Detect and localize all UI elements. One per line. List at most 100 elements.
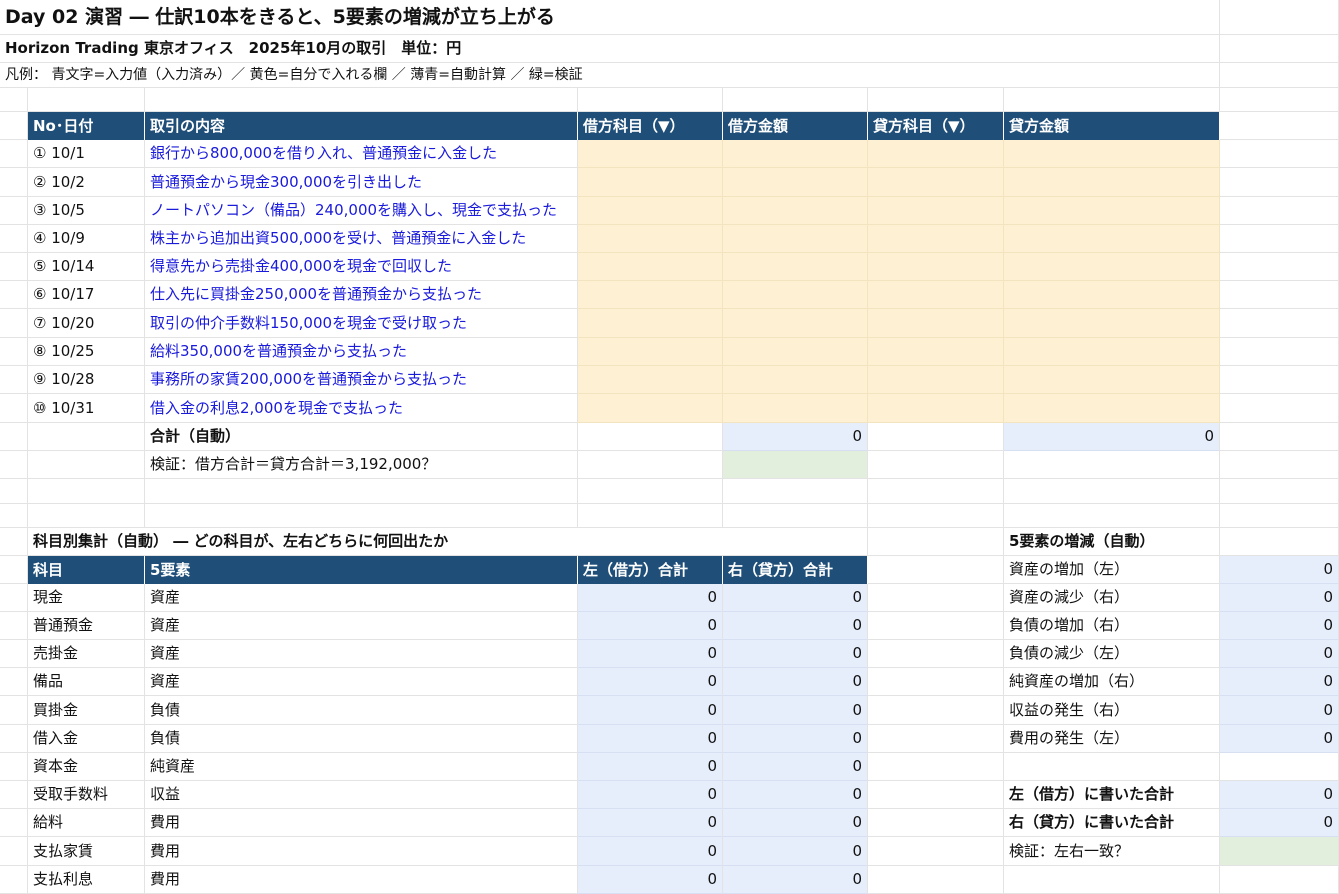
summary-header-right-total: 右（貸方）合計 <box>723 556 868 584</box>
element-change-value: 0 <box>1220 725 1339 753</box>
element-change-label: 費用の発生（左） <box>1004 725 1220 753</box>
summary-left-total: 0 <box>578 837 723 866</box>
empty-cell <box>0 423 28 451</box>
empty-cell <box>1220 366 1339 394</box>
credit-amount-input[interactable] <box>1004 338 1220 366</box>
summary-right-total: 0 <box>723 866 868 894</box>
credit-amount-input[interactable] <box>1004 394 1220 423</box>
empty-cell <box>0 281 28 309</box>
empty-cell <box>868 479 1004 504</box>
debit-account-select[interactable] <box>578 140 723 168</box>
journal-header-debit-account: 借方科目（▼） <box>578 112 723 140</box>
credit-amount-input[interactable] <box>1004 366 1220 394</box>
empty-cell <box>0 837 28 866</box>
credit-account-select[interactable] <box>868 366 1004 394</box>
credit-account-select[interactable] <box>868 253 1004 281</box>
debit-amount-input[interactable] <box>723 168 868 197</box>
summary-element: 資産 <box>145 584 578 612</box>
summary-header-account: 科目 <box>28 556 145 584</box>
credit-amount-input[interactable] <box>1004 225 1220 253</box>
credit-amount-input[interactable] <box>1004 309 1220 338</box>
credit-account-select[interactable] <box>868 394 1004 423</box>
journal-row-no-date: ⑨ 10/28 <box>28 366 145 394</box>
empty-cell <box>0 338 28 366</box>
credit-amount-input[interactable] <box>1004 140 1220 168</box>
empty-cell <box>1004 451 1220 479</box>
summary-title: 科目別集計（自動） ― どの科目が、左右どちらに何回出たか <box>28 528 868 556</box>
empty-cell <box>578 451 723 479</box>
summary-account: 給料 <box>28 809 145 837</box>
empty-cell <box>868 504 1004 528</box>
debit-account-select[interactable] <box>578 338 723 366</box>
element-change-label: 負債の増加（右） <box>1004 612 1220 640</box>
element-change-value: 0 <box>1220 696 1339 725</box>
empty-cell <box>0 112 28 140</box>
element-change-value: 0 <box>1220 556 1339 584</box>
summary-left-total: 0 <box>578 584 723 612</box>
summary-right-total: 0 <box>723 725 868 753</box>
empty-cell <box>1220 63 1339 88</box>
empty-cell <box>578 504 723 528</box>
sheet-subtitle: Horizon Trading 東京オフィス 2025年10月の取引 単位：円 <box>0 35 1004 63</box>
debit-account-select[interactable] <box>578 168 723 197</box>
summary-account: 現金 <box>28 584 145 612</box>
debit-amount-input[interactable] <box>723 394 868 423</box>
credit-amount-input[interactable] <box>1004 197 1220 225</box>
sheet-legend: 凡例： 青文字=入力値（入力済み）／ 黄色=自分で入れる欄 ／ 薄青=自動計算 … <box>0 63 1004 88</box>
debit-amount-input[interactable] <box>723 366 868 394</box>
empty-cell <box>0 394 28 423</box>
sheet-title: Day 02 演習 ― 仕訳10本をきると、5要素の増減が立ち上がる <box>0 0 1004 35</box>
empty-cell <box>1220 197 1339 225</box>
summary-left-total: 0 <box>578 696 723 725</box>
credit-account-select[interactable] <box>868 168 1004 197</box>
debit-amount-input[interactable] <box>723 140 868 168</box>
journal-row-description: 借入金の利息2,000を現金で支払った <box>145 394 578 423</box>
empty-cell <box>1220 140 1339 168</box>
debit-account-select[interactable] <box>578 281 723 309</box>
debit-amount-input[interactable] <box>723 309 868 338</box>
journal-header-credit-account: 貸方科目（▼） <box>868 112 1004 140</box>
credit-amount-input[interactable] <box>1004 253 1220 281</box>
empty-cell <box>1004 63 1220 88</box>
debit-amount-input[interactable] <box>723 197 868 225</box>
empty-cell <box>1220 112 1339 140</box>
journal-row-no-date: ⑤ 10/14 <box>28 253 145 281</box>
empty-cell <box>723 479 868 504</box>
empty-cell <box>723 88 868 112</box>
empty-cell <box>0 366 28 394</box>
empty-cell <box>28 451 145 479</box>
spreadsheet-grid: Day 02 演習 ― 仕訳10本をきると、5要素の増減が立ち上がる Horizo… <box>0 0 1339 894</box>
debit-amount-input[interactable] <box>723 281 868 309</box>
empty-cell <box>578 88 723 112</box>
empty-cell <box>868 612 1004 640</box>
debit-account-select[interactable] <box>578 309 723 338</box>
left-total-label: 左（借方）に書いた合計 <box>1004 781 1220 809</box>
debit-account-select[interactable] <box>578 225 723 253</box>
credit-amount-input[interactable] <box>1004 281 1220 309</box>
journal-total-credit: 0 <box>1004 423 1220 451</box>
right-total-value: 0 <box>1220 809 1339 837</box>
empty-cell <box>0 253 28 281</box>
summary-right-total: 0 <box>723 612 868 640</box>
credit-account-select[interactable] <box>868 197 1004 225</box>
empty-cell <box>28 423 145 451</box>
element-change-label: 負債の減少（左） <box>1004 640 1220 668</box>
empty-cell <box>1004 35 1220 63</box>
empty-cell <box>868 866 1004 894</box>
debit-account-select[interactable] <box>578 253 723 281</box>
summary-right-total: 0 <box>723 809 868 837</box>
debit-amount-input[interactable] <box>723 338 868 366</box>
credit-account-select[interactable] <box>868 309 1004 338</box>
credit-account-select[interactable] <box>868 281 1004 309</box>
debit-account-select[interactable] <box>578 394 723 423</box>
debit-account-select[interactable] <box>578 197 723 225</box>
empty-cell <box>0 696 28 725</box>
credit-account-select[interactable] <box>868 338 1004 366</box>
credit-account-select[interactable] <box>868 225 1004 253</box>
credit-amount-input[interactable] <box>1004 168 1220 197</box>
debit-amount-input[interactable] <box>723 225 868 253</box>
credit-account-select[interactable] <box>868 140 1004 168</box>
debit-account-select[interactable] <box>578 366 723 394</box>
journal-row-no-date: ③ 10/5 <box>28 197 145 225</box>
debit-amount-input[interactable] <box>723 253 868 281</box>
